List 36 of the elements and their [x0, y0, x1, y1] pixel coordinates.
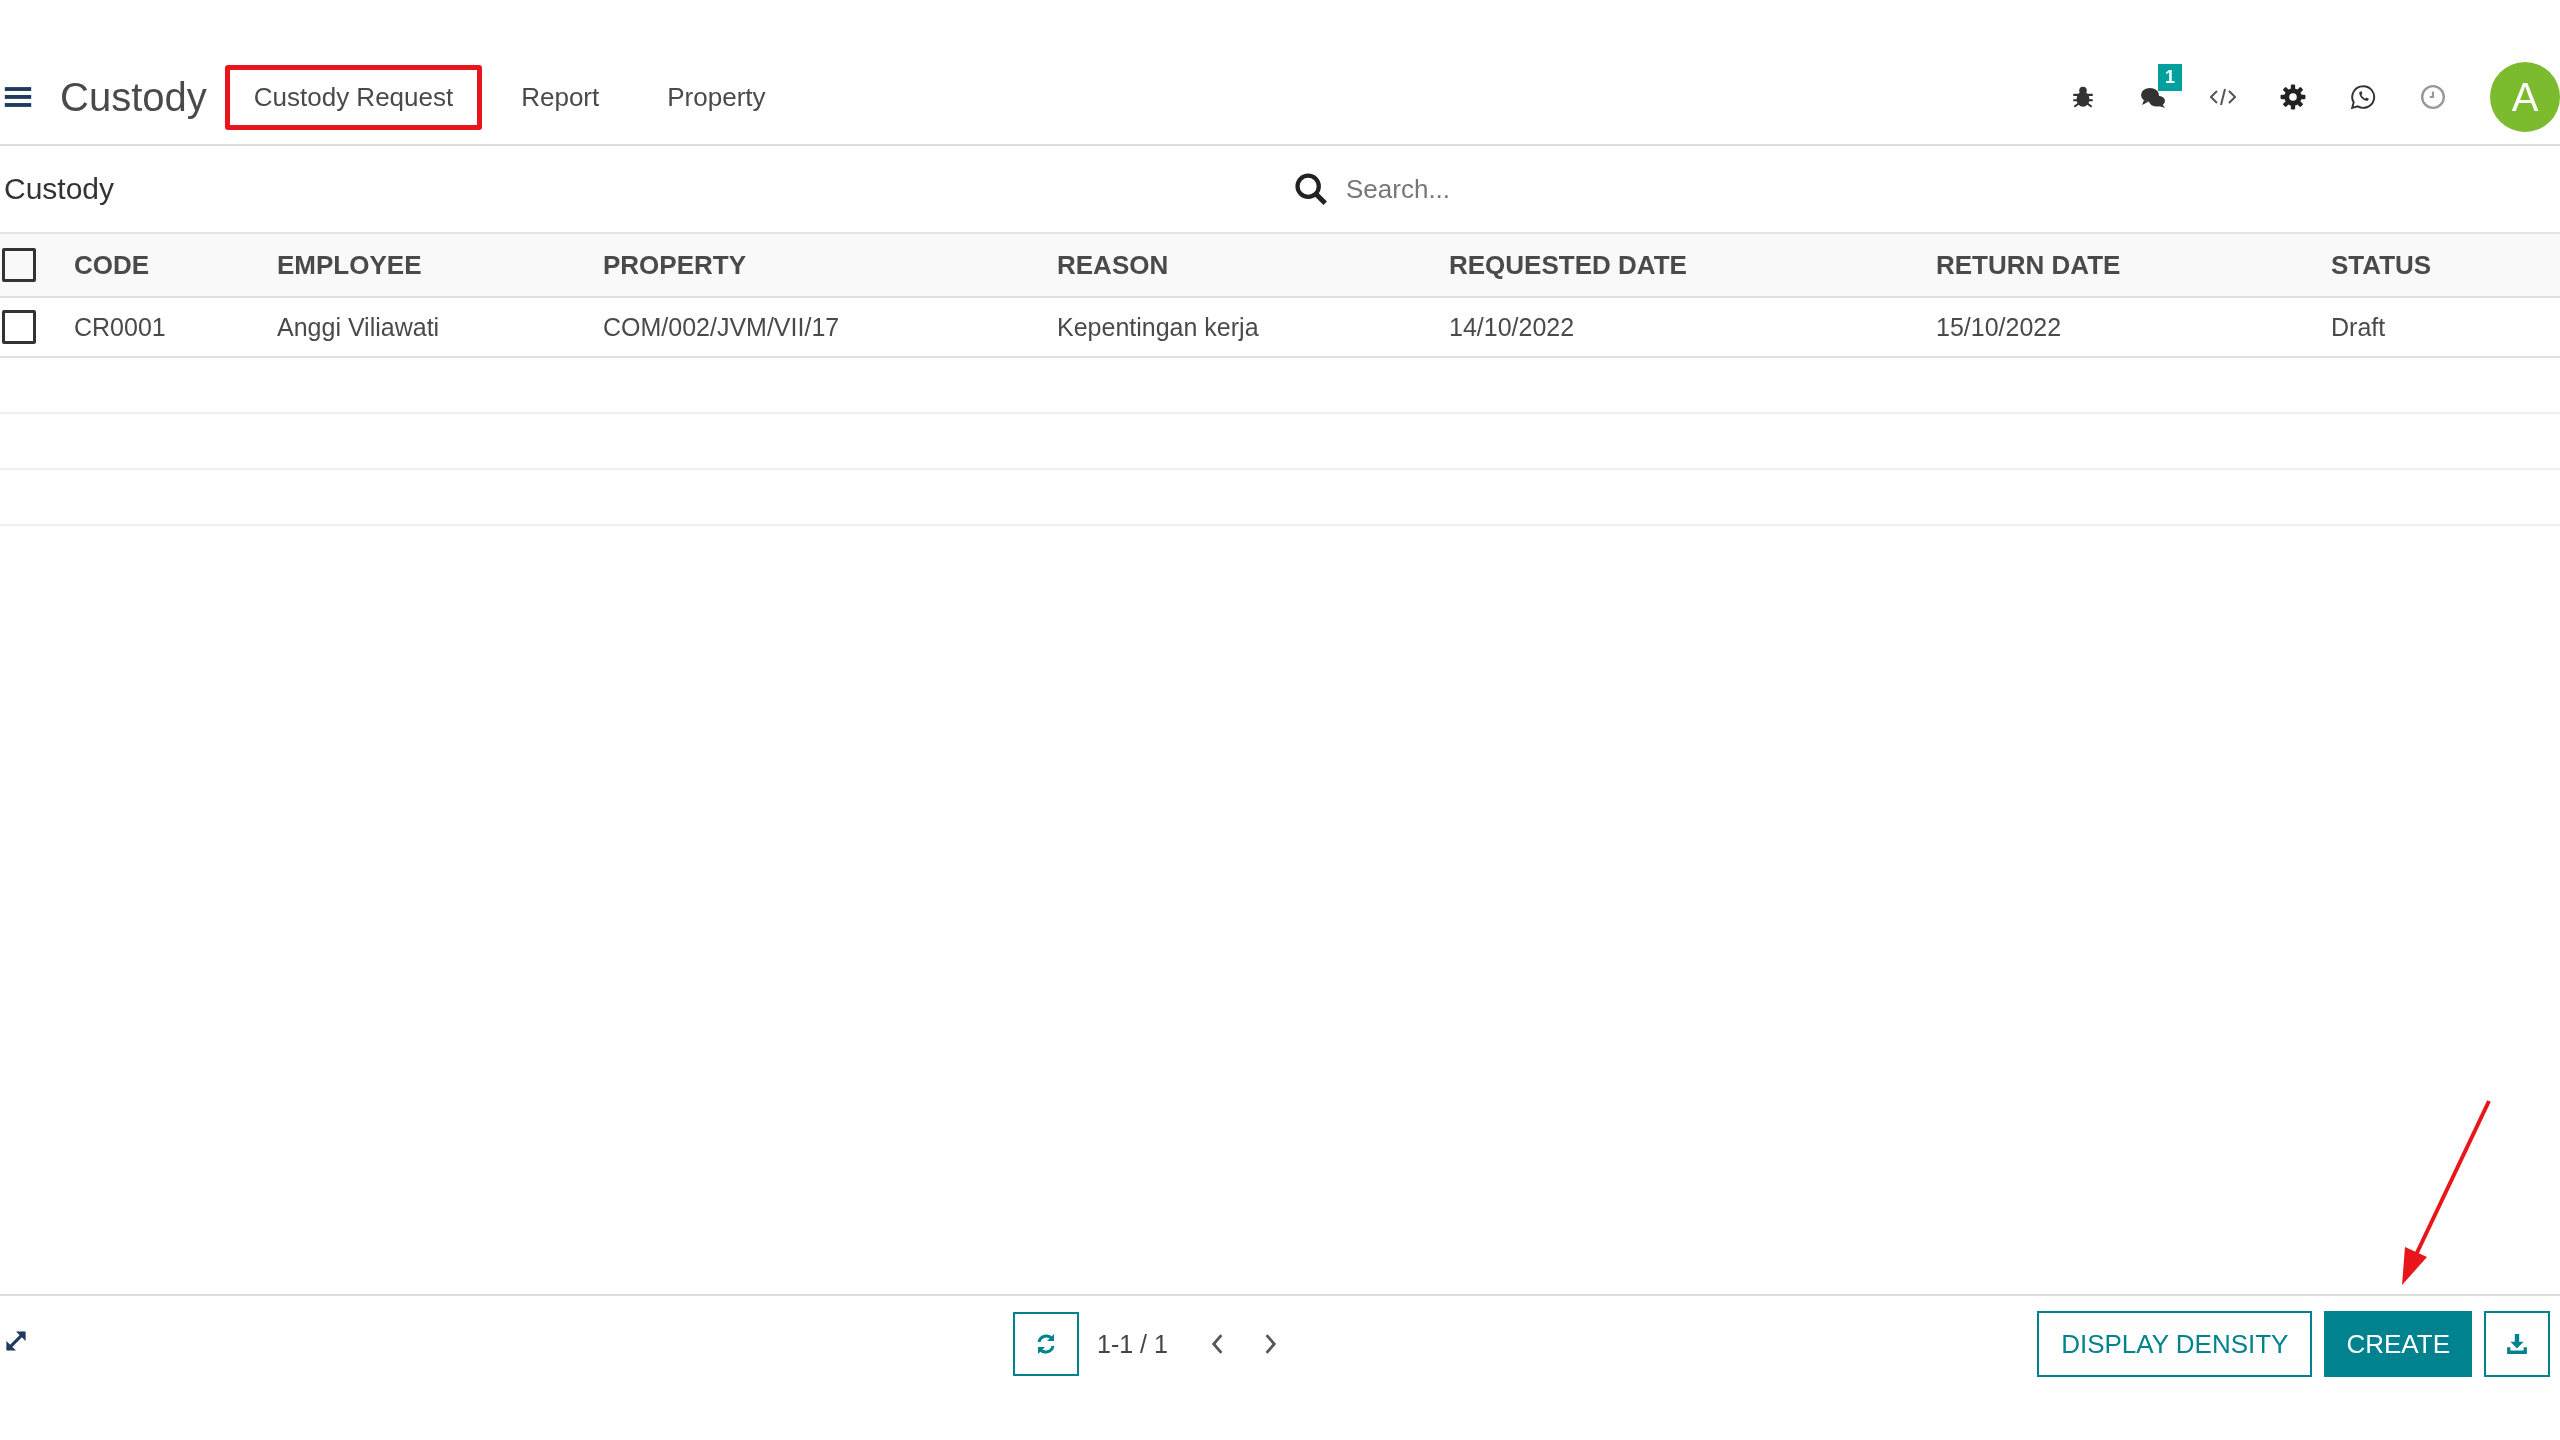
- bug-icon[interactable]: [2070, 84, 2096, 110]
- menu-icon[interactable]: [4, 86, 32, 108]
- column-header[interactable]: STATUS: [2331, 249, 2560, 281]
- expand-icon[interactable]: [4, 1329, 28, 1353]
- previous-icon[interactable]: [1209, 1333, 1224, 1355]
- display-density-button[interactable]: DISPLAY DENSITY: [2037, 1311, 2313, 1377]
- message-count-badge: 1: [2158, 64, 2182, 91]
- column-header[interactable]: REASON: [1057, 249, 1449, 281]
- create-button[interactable]: CREATE: [2324, 1311, 2472, 1377]
- menu-item[interactable]: Property: [638, 64, 795, 130]
- row-checkbox[interactable]: [2, 310, 36, 344]
- table-cell-text: CR0001: [74, 312, 167, 342]
- menu-item[interactable]: Report: [492, 64, 629, 130]
- download-icon: [2506, 1333, 2528, 1355]
- table-cell-text: Anggi Viliawati: [277, 312, 441, 342]
- clock-icon[interactable]: [2420, 84, 2446, 110]
- next-icon[interactable]: [1263, 1333, 1278, 1355]
- pager-value: 1-1 / 1: [1097, 1329, 1168, 1359]
- app-title: Custody: [60, 74, 207, 120]
- download-button[interactable]: [2484, 1311, 2550, 1377]
- table-cell-text: COM/002/JVM/VII/17: [603, 312, 841, 342]
- column-header[interactable]: RETURN DATE: [1936, 249, 2331, 281]
- refresh-button[interactable]: [1013, 1312, 1079, 1376]
- table-cell-text: 14/10/2022: [1449, 312, 1576, 342]
- table-cell-text: Draft: [2331, 312, 2387, 342]
- table-cell-text: Kepentingan kerja: [1057, 312, 1260, 342]
- breadcrumb: Custody: [4, 172, 116, 206]
- column-header[interactable]: REQUESTED DATE: [1449, 249, 1936, 281]
- column-header[interactable]: PROPERTY: [603, 249, 1057, 281]
- phone-chat-icon[interactable]: [2350, 84, 2376, 110]
- select-all-checkbox[interactable]: [2, 248, 36, 282]
- menu-item[interactable]: Custody Request: [224, 64, 483, 130]
- column-header[interactable]: CODE: [74, 249, 277, 281]
- column-header[interactable]: EMPLOYEE: [277, 249, 603, 281]
- search-icon: [1294, 172, 1328, 206]
- table-cell-text: 15/10/2022: [1936, 312, 2063, 342]
